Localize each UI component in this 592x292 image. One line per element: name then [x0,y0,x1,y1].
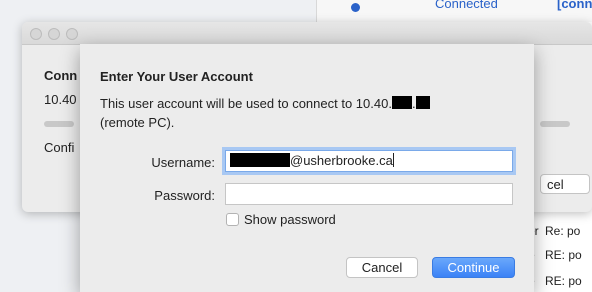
background-column-header[interactable]: Connected [435,0,498,11]
redacted-block [391,96,412,109]
dialog-description-text: (remote PC). [100,115,175,130]
connection-progress-bar-end [540,121,570,127]
close-window-button[interactable] [30,28,42,40]
username-label: Username: [151,155,215,170]
password-label: Password: [154,188,215,203]
list-item[interactable]: er Re: po [528,220,592,242]
list-item-subject: Re: po [545,224,581,238]
list-item[interactable]: e RE: po [528,244,592,266]
username-field[interactable]: @usherbrooke.ca [225,150,513,172]
dialog-description: This user account will be used to connec… [100,94,520,132]
redacted-block [415,96,430,109]
continue-button[interactable]: Continue [432,257,515,278]
background-column-header[interactable]: [conn [557,0,592,11]
user-account-sheet: Enter Your User Account This user accoun… [80,44,534,292]
password-field[interactable] [225,183,513,205]
background-list-header: Connected [conn [316,0,592,22]
window-titlebar[interactable] [22,22,592,45]
list-item-subject: RE: po [545,274,582,288]
show-password-label[interactable]: Show password [244,212,336,227]
connection-heading: Conn [44,68,78,83]
username-value: @usherbrooke.ca [290,153,393,168]
status-dot-icon [351,3,360,12]
show-password-checkbox[interactable] [226,213,239,226]
dialog-title: Enter Your User Account [100,69,253,84]
minimize-window-button[interactable] [48,28,60,40]
list-item[interactable]: e RE: po [528,270,592,292]
redacted-username [230,153,290,167]
zoom-window-button[interactable] [66,28,78,40]
connection-cancel-button[interactable]: cel [540,174,590,194]
connection-ip: 10.40 [44,92,77,107]
dialog-description-text: This user account will be used to connec… [100,96,392,111]
connection-status: Confi [44,140,75,155]
list-item-subject: RE: po [545,248,582,262]
text-caret [392,153,394,167]
cancel-button[interactable]: Cancel [346,257,418,278]
connection-progress-bar [44,121,74,127]
